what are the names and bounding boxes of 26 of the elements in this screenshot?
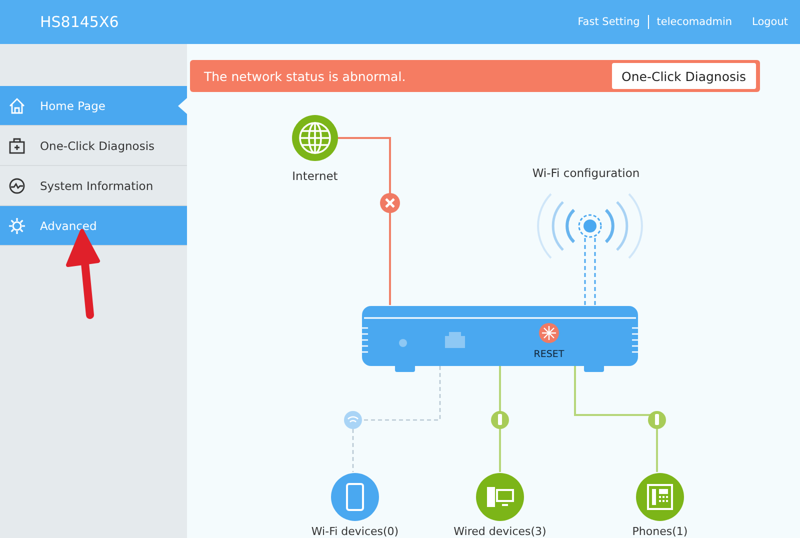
sidebar-item-label: One-Click Diagnosis xyxy=(40,138,155,152)
plug-icon xyxy=(491,411,509,429)
pulse-icon xyxy=(8,176,26,194)
wifi-icon xyxy=(344,411,362,429)
reset-label: RESET xyxy=(534,349,564,360)
telephone-icon[interactable] xyxy=(636,473,684,521)
alert-message: The network status is abnormal. xyxy=(204,68,406,84)
reset-icon[interactable] xyxy=(539,323,559,343)
internet-label: Internet xyxy=(292,169,338,183)
sidebar-item-label: System Information xyxy=(40,178,154,192)
sidebar-item-label: Home Page xyxy=(40,98,106,112)
computer-icon[interactable] xyxy=(476,473,524,521)
device-label[interactable]: Phones(1) xyxy=(632,525,688,538)
sidebar-item-label: Advanced xyxy=(40,218,97,232)
device-label[interactable]: Wi-Fi devices(0) xyxy=(311,525,399,538)
settings-icon xyxy=(8,216,26,234)
first-aid-kit-icon xyxy=(8,136,26,154)
globe-icon[interactable] xyxy=(292,115,338,161)
plug-icon xyxy=(648,411,666,429)
wifi-configuration-label[interactable]: Wi-Fi configuration xyxy=(532,166,640,180)
device-model-title: HS8145X6 xyxy=(40,13,119,31)
diagnosis-button[interactable]: One-Click Diagnosis xyxy=(612,63,756,89)
device-label[interactable]: Wired devices(3) xyxy=(454,525,546,538)
wifi-antenna-icon[interactable] xyxy=(537,193,643,306)
home-icon xyxy=(8,96,26,114)
tablet-icon[interactable] xyxy=(331,473,379,521)
